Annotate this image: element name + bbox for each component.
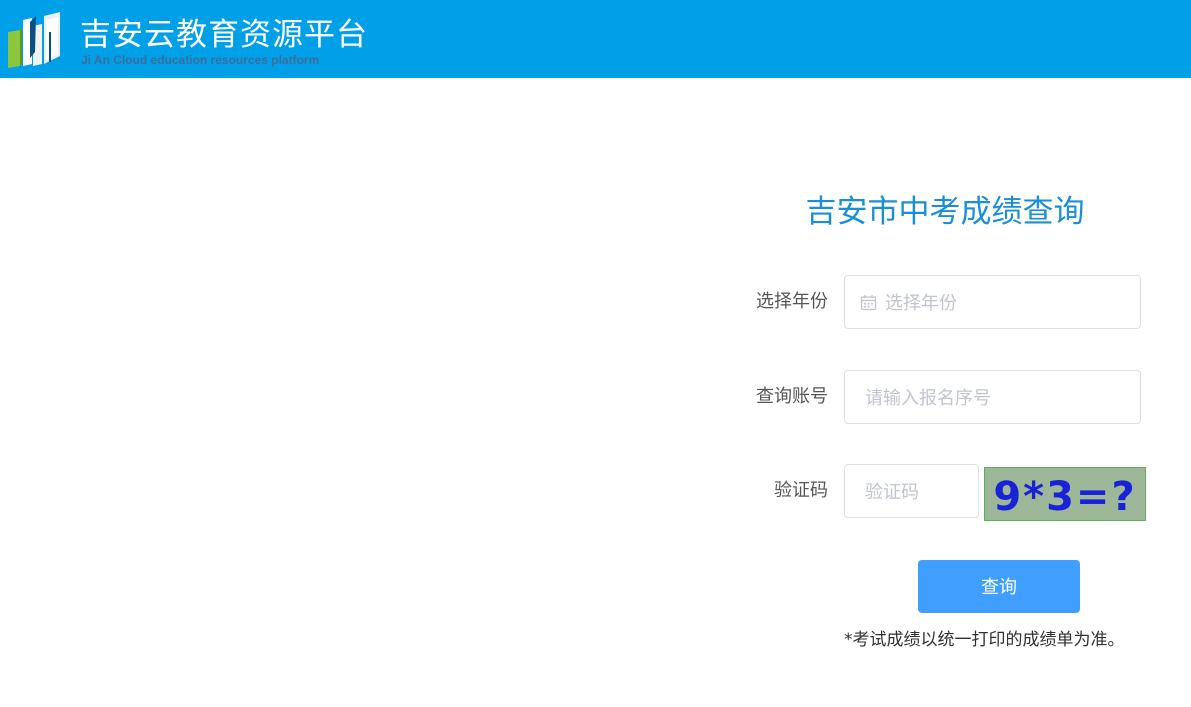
top-header: 吉安云教育资源平台 Ji An Cloud education resource…: [0, 0, 1191, 78]
site-subtitle: Ji An Cloud education resources platform: [81, 53, 320, 67]
book-logo-icon: [8, 12, 60, 68]
page-title: 吉安市中考成绩查询: [805, 194, 1085, 230]
calendar-icon: [860, 295, 877, 311]
query-button[interactable]: 查询: [918, 560, 1080, 613]
account-input[interactable]: [865, 385, 1125, 411]
year-picker[interactable]: [844, 275, 1141, 329]
site-title: 吉安云教育资源平台: [80, 17, 368, 53]
year-input[interactable]: [885, 290, 1125, 316]
year-label: 选择年份: [756, 291, 828, 312]
captcha-text: 9*3=?: [993, 474, 1136, 520]
captcha-label: 验证码: [774, 480, 828, 501]
captcha-image[interactable]: 9*3=?: [984, 467, 1146, 521]
disclaimer-note: *考试成绩以统一打印的成绩单为准。: [844, 630, 1125, 650]
account-field[interactable]: [844, 370, 1141, 424]
captcha-field[interactable]: [844, 464, 979, 518]
captcha-input[interactable]: [865, 479, 965, 505]
query-button-label: 查询: [981, 577, 1017, 598]
account-label: 查询账号: [756, 386, 828, 407]
